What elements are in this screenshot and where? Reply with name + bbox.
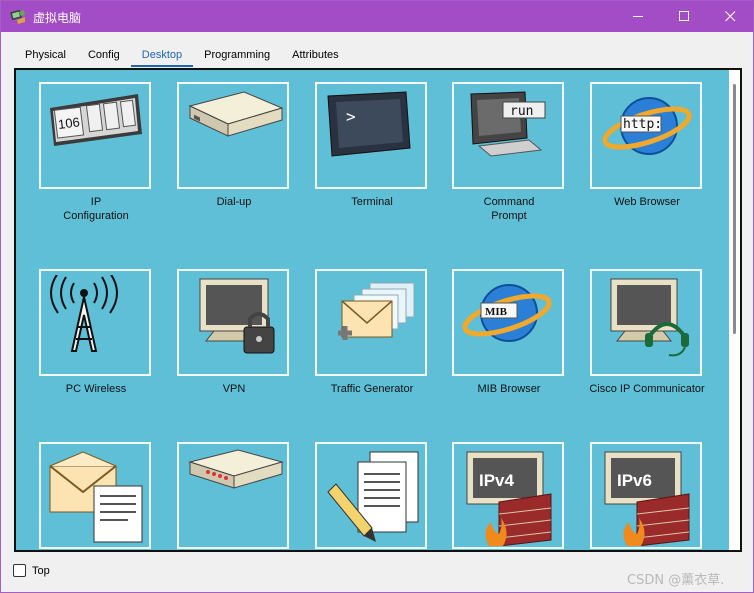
app-tile[interactable]: [177, 82, 289, 189]
top-checkbox-label: Top: [32, 565, 50, 577]
app-tile[interactable]: IPv4: [452, 442, 564, 549]
app-tile[interactable]: [177, 442, 289, 549]
ipv4-icon-text: IPv4: [479, 471, 515, 490]
top-checkbox[interactable]: [13, 564, 26, 577]
email-icon: [49, 451, 143, 543]
terminal-icon-text: >: [346, 107, 356, 126]
tab-bar: Physical Config Desktop Programming Attr…: [14, 44, 350, 67]
app-label: Dial-up: [216, 196, 252, 208]
pppoe-device-icon: [188, 449, 284, 489]
app-label: Traffic Generator: [330, 383, 414, 395]
app-label: IP Configuration: [63, 196, 129, 222]
app-label: VPN: [222, 383, 246, 395]
app-label: Terminal: [351, 196, 393, 208]
close-button[interactable]: [707, 1, 753, 32]
scrollbar-thumb[interactable]: [733, 84, 736, 334]
app-tile[interactable]: [315, 442, 427, 549]
vpn-icon: [199, 278, 275, 354]
app-label: Command Prompt: [483, 196, 535, 222]
maximize-button[interactable]: [661, 1, 707, 32]
app-tile[interactable]: [39, 442, 151, 549]
app-tile[interactable]: [39, 269, 151, 376]
window-title: 虚拟电脑: [33, 11, 82, 25]
app-tile[interactable]: [590, 269, 702, 376]
command-prompt-icon-text: run: [510, 104, 533, 119]
app-tile[interactable]: MIB: [452, 269, 564, 376]
desktop-area: 106 IP Configuration Dial-up > Terminal …: [16, 70, 729, 550]
minimize-icon: [632, 16, 643, 17]
desktop-panel: 106 IP Configuration Dial-up > Terminal …: [14, 68, 742, 552]
minimize-button[interactable]: [615, 1, 661, 32]
pc-app-icon: [10, 9, 25, 24]
app-window: 虚拟电脑 Physical Config Desktop Programming…: [0, 0, 754, 593]
web-browser-icon-text: http:: [623, 117, 662, 132]
text-editor-icon: [327, 451, 419, 542]
tab-desktop[interactable]: Desktop: [130, 44, 194, 67]
wireless-tower-icon: [50, 275, 118, 352]
ipv6-icon-text: IPv6: [617, 471, 652, 490]
app-label: Web Browser: [614, 196, 680, 208]
ipv6-firewall-icon: IPv6: [604, 451, 690, 546]
app-label: Cisco IP Communicator: [589, 383, 705, 395]
app-tile[interactable]: http:: [590, 82, 702, 189]
tab-attributes[interactable]: Attributes: [281, 44, 350, 67]
close-icon: [724, 11, 735, 22]
app-label: MIB Browser: [477, 383, 541, 395]
mib-browser-icon: MIB: [462, 284, 552, 342]
maximize-icon: [678, 11, 689, 21]
app-tile[interactable]: >: [315, 82, 427, 189]
app-tile[interactable]: [315, 269, 427, 376]
title-bar[interactable]: 虚拟电脑: [1, 1, 753, 32]
web-browser-icon: http:: [602, 97, 692, 155]
ip-configuration-icon: 106: [50, 94, 142, 146]
app-tile[interactable]: run: [452, 82, 564, 189]
app-label: PC Wireless: [65, 383, 127, 395]
tab-programming[interactable]: Programming: [193, 44, 282, 67]
ip-config-icon-text: 106: [57, 114, 80, 132]
mib-browser-icon-text: MIB: [485, 306, 508, 318]
app-tile[interactable]: 106: [39, 82, 151, 189]
app-tile[interactable]: IPv6: [590, 442, 702, 549]
traffic-generator-icon: [338, 282, 415, 340]
vertical-scrollbar[interactable]: [729, 70, 740, 550]
watermark: CSDN @薰衣草.: [627, 573, 725, 588]
app-tile[interactable]: [177, 269, 289, 376]
command-prompt-icon: run: [470, 91, 546, 157]
ipv4-firewall-icon: IPv4: [466, 451, 552, 546]
terminal-icon: >: [327, 91, 411, 157]
modem-icon: [188, 91, 284, 137]
tab-physical[interactable]: Physical: [14, 44, 77, 67]
cisco-ip-communicator-icon: [610, 278, 689, 357]
tab-config[interactable]: Config: [76, 44, 131, 67]
